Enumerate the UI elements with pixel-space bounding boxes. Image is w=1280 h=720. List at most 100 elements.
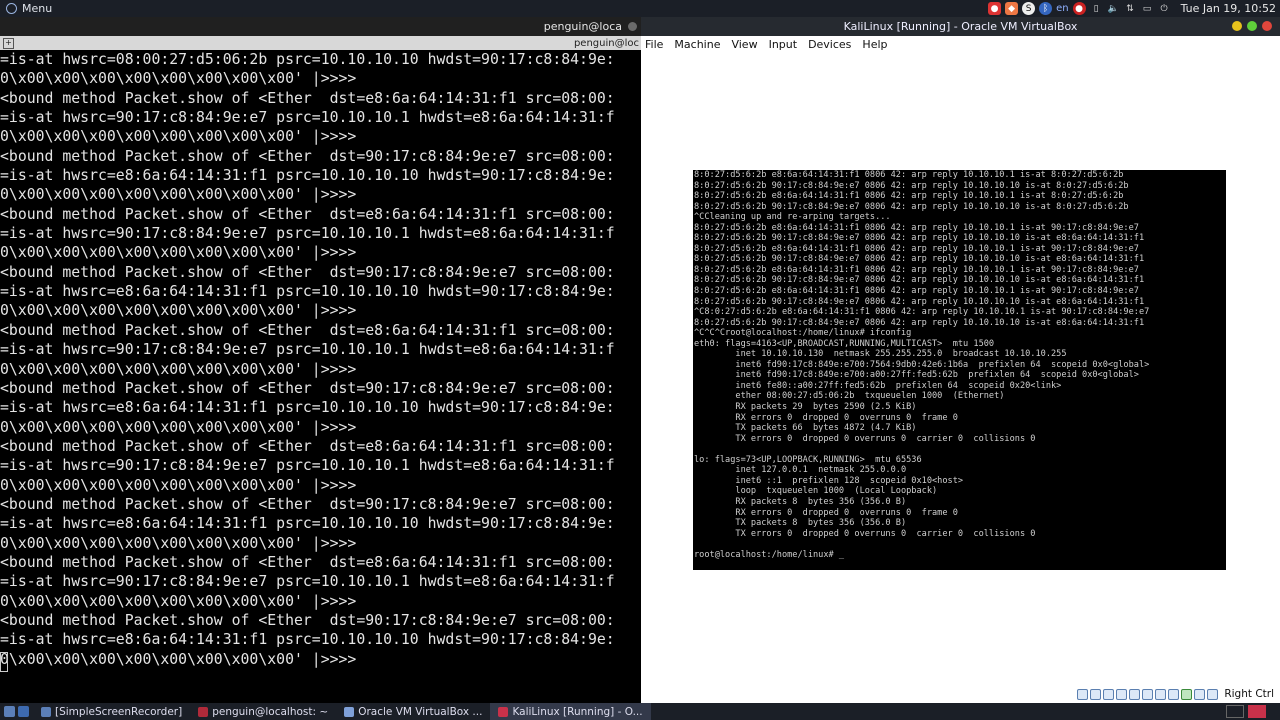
- system-tray: ● ◆ S ᛒ en ● ▯ 🔈 ⇅ ▭ ⏻ Tue Jan 19, 10:52: [988, 0, 1280, 17]
- terminal-window: penguin@loca + penguin@loc =is-at hwsrc=…: [0, 17, 641, 703]
- taskbar-items: [SimpleScreenRecorder] penguin@localhost:…: [33, 703, 651, 720]
- terminal-line: <bound method Packet.show of <Ether dst=…: [0, 495, 615, 513]
- window-close-icon[interactable]: [628, 22, 637, 31]
- display-icon[interactable]: [1155, 688, 1167, 700]
- taskbar-item[interactable]: penguin@localhost: ~: [190, 703, 336, 720]
- video-capture-icon[interactable]: [1168, 688, 1180, 700]
- terminal-line: =is-at hwsrc=90:17:c8:84:9e:e7 psrc=10.1…: [0, 341, 615, 359]
- terminal-line: 0\x00\x00\x00\x00\x00\x00\x00\x00' |>>>>: [0, 302, 357, 320]
- close-icon[interactable]: [1262, 21, 1272, 31]
- terminal-line: <bound method Packet.show of <Ether dst=…: [0, 437, 615, 455]
- terminal-line: 0\x00\x00\x00\x00\x00\x00\x00\x00' |>>>>: [0, 418, 357, 436]
- menu-button[interactable]: Menu: [0, 0, 58, 17]
- keyboard-capture-icon[interactable]: [1207, 688, 1219, 700]
- top-panel: Menu ● ◆ S ᛒ en ● ▯ 🔈 ⇅ ▭ ⏻ Tue Jan 19, …: [0, 0, 1280, 17]
- console-line: RX packets 8 bytes 356 (356.0 B): [694, 496, 907, 507]
- console-line: TX packets 66 bytes 4872 (4.7 KiB): [694, 423, 917, 434]
- audio-icon[interactable]: [1103, 688, 1115, 700]
- console-line: ether 08:00:27:d5:06:2b txqueuelen 1000 …: [694, 391, 1005, 402]
- console-line: ^CCleaning up and re-arping targets...: [694, 212, 891, 223]
- optical-drive-icon[interactable]: [1090, 688, 1102, 700]
- usb-icon[interactable]: [1129, 688, 1141, 700]
- show-desktop-icon[interactable]: [4, 706, 15, 717]
- clock[interactable]: Tue Jan 19, 10:52: [1181, 2, 1276, 15]
- console-line: 8:0:27:d5:6:2b 90:17:c8:84:9e:e7 0806 42…: [694, 201, 1129, 212]
- terminal-output[interactable]: =is-at hwsrc=08:00:27:d5:06:2b psrc=10.1…: [0, 50, 641, 703]
- clipboard-icon[interactable]: ▯: [1090, 2, 1103, 15]
- taskbar-item[interactable]: KaliLinux [Running] - O...: [490, 703, 651, 720]
- menu-item-machine[interactable]: Machine: [674, 38, 720, 51]
- terminal-line: =is-at hwsrc=90:17:c8:84:9e:e7 psrc=10.1…: [0, 457, 615, 475]
- record-indicator-icon[interactable]: ●: [988, 2, 1002, 15]
- terminal-title: penguin@loca: [543, 20, 622, 33]
- console-line: 8:0:27:d5:6:2b 90:17:c8:84:9e:e7 0806 42…: [694, 296, 1145, 307]
- workspace-2[interactable]: [1248, 705, 1266, 718]
- menu-item-help[interactable]: Help: [862, 38, 887, 51]
- workspace-1[interactable]: [1226, 705, 1244, 718]
- volume-icon[interactable]: 🔈: [1107, 2, 1120, 15]
- console-line: inet6 fe80::a00:27ff:fed5:62b prefixlen …: [694, 380, 1062, 391]
- screen-recorder-icon[interactable]: ◆: [1005, 2, 1019, 15]
- menu-item-devices[interactable]: Devices: [808, 38, 851, 51]
- taskbar-item-label: [SimpleScreenRecorder]: [55, 705, 183, 718]
- terminal-tab[interactable]: penguin@loc: [574, 38, 639, 49]
- vm-display[interactable]: 8:0:27:d5:6:2b e8:6a:64:14:31:f1 0806 42…: [641, 53, 1280, 685]
- virtualbox-icon: [344, 706, 355, 717]
- minimize-icon[interactable]: [1232, 21, 1242, 31]
- keyboard-layout-indicator[interactable]: en: [1056, 3, 1069, 14]
- taskbar-item[interactable]: [SimpleScreenRecorder]: [33, 703, 190, 720]
- file-manager-icon[interactable]: [18, 706, 29, 717]
- menu-item-file[interactable]: File: [645, 38, 663, 51]
- console-line: inet6 ::1 prefixlen 128 scopeid 0x10<hos…: [694, 475, 964, 486]
- terminal-line: 0\x00\x00\x00\x00\x00\x00\x00\x00' |>>>>: [0, 476, 357, 494]
- console-line: ^C^C^Croot@localhost:/home/linux# ifconf…: [694, 328, 912, 339]
- terminal-line: =is-at hwsrc=e8:6a:64:14:31:f1 psrc=10.1…: [0, 283, 615, 301]
- network-adapter-icon[interactable]: [1116, 688, 1128, 700]
- update-icon[interactable]: ●: [1072, 2, 1086, 15]
- terminal-line: 0\x00\x00\x00\x00\x00\x00\x00\x00' |>>>>: [0, 186, 357, 204]
- cpu-icon[interactable]: [1181, 688, 1193, 700]
- console-line: eth0: flags=4163<UP,BROADCAST,RUNNING,MU…: [694, 338, 995, 349]
- power-icon[interactable]: ⏻: [1158, 2, 1171, 15]
- terminal-line: <bound method Packet.show of <Ether dst=…: [0, 147, 615, 165]
- console-line: 8:0:27:d5:6:2b e8:6a:64:14:31:f1 0806 42…: [694, 286, 1139, 297]
- terminal-line: =is-at hwsrc=e8:6a:64:14:31:f1 psrc=10.1…: [0, 167, 615, 185]
- workspace-switcher: [1226, 705, 1280, 718]
- terminal-line: =is-at hwsrc=e8:6a:64:14:31:f1 psrc=10.1…: [0, 631, 615, 649]
- kali-logo-icon: [6, 3, 17, 14]
- console-line: RX errors 0 dropped 0 overruns 0 frame 0: [694, 507, 958, 518]
- shared-folders-icon[interactable]: [1142, 688, 1154, 700]
- console-line: root@localhost:/home/linux# _: [694, 549, 845, 560]
- terminal-line: =is-at hwsrc=08:00:27:d5:06:2b psrc=10.1…: [0, 51, 615, 68]
- terminal-line: 0\x00\x00\x00\x00\x00\x00\x00\x00' |>>>>: [0, 244, 357, 262]
- terminal-line: <bound method Packet.show of <Ether dst=…: [0, 263, 615, 281]
- bluetooth-icon[interactable]: ᛒ: [1039, 2, 1053, 15]
- hard-disk-icon[interactable]: [1077, 688, 1089, 700]
- console-line: 8:0:27:d5:6:2b 90:17:c8:84:9e:e7 0806 42…: [694, 254, 1145, 265]
- terminal-line: 0\x00\x00\x00\x00\x00\x00\x00\x00' |>>>>: [0, 534, 357, 552]
- menu-item-input[interactable]: Input: [769, 38, 797, 51]
- virtualbox-titlebar[interactable]: KaliLinux [Running] - Oracle VM VirtualB…: [641, 17, 1280, 36]
- menu-item-view[interactable]: View: [731, 38, 757, 51]
- network-icon[interactable]: ⇅: [1124, 2, 1137, 15]
- terminal-line: 0\x00\x00\x00\x00\x00\x00\x00\x00' |>>>>: [0, 70, 357, 88]
- new-tab-icon[interactable]: +: [3, 37, 14, 49]
- console-line: TX errors 0 dropped 0 overruns 0 carrier…: [694, 433, 1036, 444]
- terminal-line: 0\x00\x00\x00\x00\x00\x00\x00\x00' |>>>>: [0, 360, 357, 378]
- console-line: 8:0:27:d5:6:2b 90:17:c8:84:9e:e7 0806 42…: [694, 233, 1145, 244]
- terminal-titlebar[interactable]: penguin@loca: [0, 17, 641, 36]
- terminal-line: <bound method Packet.show of <Ether dst=…: [0, 321, 615, 339]
- console-line: lo: flags=73<UP,LOOPBACK,RUNNING> mtu 65…: [694, 454, 922, 465]
- maximize-icon[interactable]: [1247, 21, 1257, 31]
- vm-console[interactable]: 8:0:27:d5:6:2b e8:6a:64:14:31:f1 0806 42…: [693, 170, 1226, 570]
- terminal-cursor: [0, 652, 8, 672]
- mouse-integration-icon[interactable]: [1194, 688, 1206, 700]
- taskbar-item[interactable]: Oracle VM VirtualBox ...: [336, 703, 490, 720]
- terminal-line: =is-at hwsrc=90:17:c8:84:9e:e7 psrc=10.1…: [0, 573, 615, 591]
- skype-icon[interactable]: S: [1022, 2, 1036, 15]
- battery-icon[interactable]: ▭: [1141, 2, 1154, 15]
- menu-label: Menu: [22, 2, 53, 15]
- console-line: 8:0:27:d5:6:2b e8:6a:64:14:31:f1 0806 42…: [694, 170, 1124, 180]
- console-line: ^C8:0:27:d5:6:2b e8:6a:64:14:31:f1 0806 …: [694, 307, 1150, 318]
